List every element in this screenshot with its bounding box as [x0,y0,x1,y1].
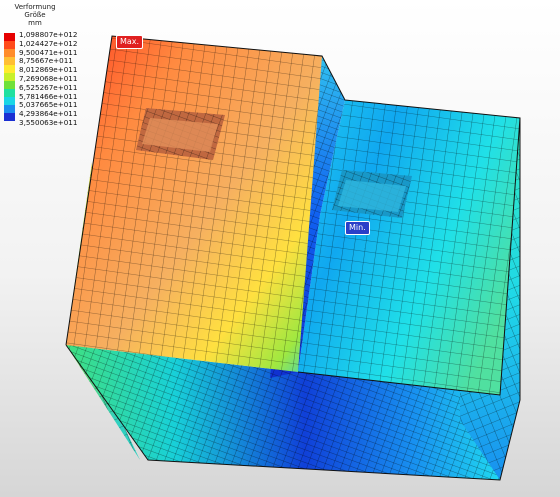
legend-color-bar [4,33,15,121]
legend-swatch [4,89,15,97]
fem-mesh-viewport[interactable] [0,0,560,497]
legend-swatch [4,73,15,81]
legend-value: 3,550063e+011 [19,117,78,127]
legend-title: Verformung [14,3,56,11]
legend-unit: mm [28,19,42,27]
legend-labels: 1,098807e+012 1,024427e+012 9,500471e+01… [19,30,78,128]
legend-swatch [4,41,15,49]
legend-swatch [4,65,15,73]
min-marker[interactable]: Min. [345,221,370,235]
legend-swatch [4,57,15,65]
legend-swatch [4,105,15,113]
color-legend: Verformung Größe mm 1,098807e+012 1,0244… [4,3,132,127]
legend-swatch [4,97,15,105]
max-marker[interactable]: Max. [116,35,144,49]
legend-subtitle: Größe [24,11,46,19]
pocket-right [332,170,412,218]
legend-swatch [4,81,15,89]
legend-swatch [4,49,15,57]
legend-swatch [4,33,15,41]
legend-swatch [4,113,15,121]
